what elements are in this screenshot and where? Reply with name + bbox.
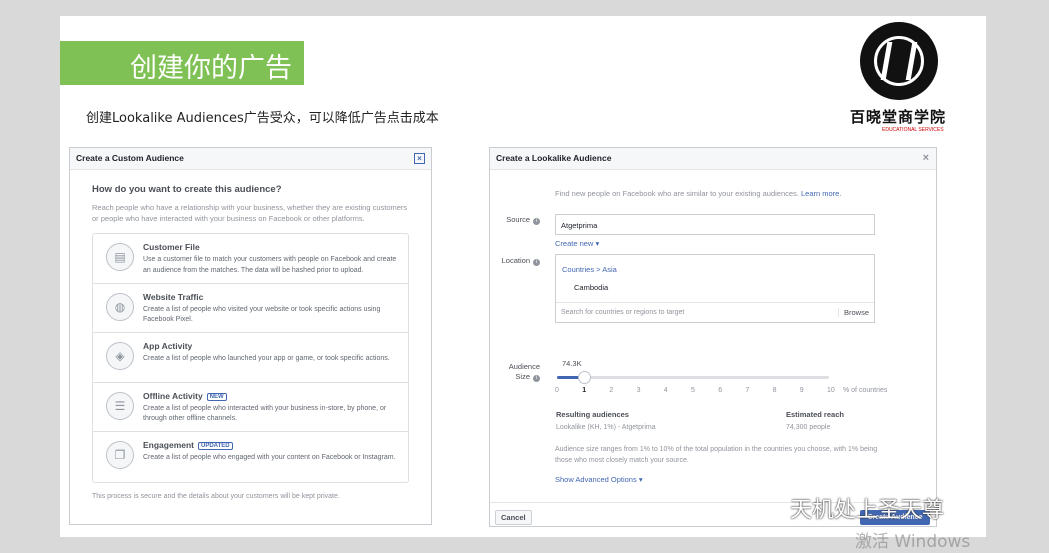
updated-badge: UPDATED	[198, 442, 233, 450]
slider-tick: 1	[582, 387, 587, 394]
presentation-slide: 创建你的广告 创建Lookalike Audiences广告受众，可以降低广告点…	[60, 16, 986, 537]
slider-tick: 7	[745, 387, 750, 394]
location-search-input[interactable]: Search for countries or regions to targe…	[556, 302, 874, 323]
option-description: Create a list of people who interacted w…	[143, 404, 387, 423]
new-badge: NEW	[206, 392, 227, 401]
chevron-down-icon: ▾	[638, 475, 643, 484]
estimated-reach-header: Estimated reach	[786, 410, 844, 419]
option-title: App Activity	[143, 341, 193, 351]
slider-tick: 10	[827, 387, 835, 394]
custom-audience-dialog: Create a Custom Audience × How do you wa…	[69, 147, 432, 525]
create-new-link[interactable]: Create new ▾	[555, 239, 599, 248]
logo-seal-icon	[860, 22, 938, 100]
slide-subtitle: 创建Lookalike Audiences广告受众，可以降低广告点击成本	[86, 111, 439, 126]
windows-activation-watermark: 激活 Windows	[855, 532, 971, 552]
audience-option-list: ▤ Customer File Use a customer file to m…	[92, 233, 409, 483]
source-label: Source i	[494, 215, 540, 225]
location-path[interactable]: Countries > Asia	[562, 265, 617, 274]
info-icon[interactable]: i	[533, 259, 540, 266]
audience-size-note: Audience size ranges from 1% to 10% of t…	[555, 446, 878, 464]
resulting-audience-value: Lookalike (KH, 1%) - Atgetprima	[556, 424, 656, 431]
resulting-audiences-header: Resulting audiences	[556, 410, 629, 419]
audience-size-slider[interactable]	[557, 371, 829, 384]
dialog-header: Create a Custom Audience ×	[70, 148, 431, 170]
slider-tick: 5	[691, 387, 695, 394]
slider-tick: 9	[799, 387, 804, 394]
slider-tick: 2	[609, 387, 614, 394]
option-title: Engagement	[143, 440, 195, 450]
option-customer-file[interactable]: ▤ Customer File Use a customer file to m…	[93, 234, 408, 284]
dialog-description: Reach people who have a relationship wit…	[92, 203, 408, 223]
cube-icon: ◈	[106, 342, 134, 370]
dialog-title: Create a Lookalike Audience	[496, 153, 612, 163]
slider-tick: 3	[636, 387, 641, 394]
option-app-activity[interactable]: ◈ App Activity Create a list of people w…	[93, 333, 408, 383]
audience-size-value: 74.3K	[562, 359, 582, 368]
intro-text: Find new people on Facebook who are simi…	[555, 189, 842, 198]
slider-tick: 0	[555, 387, 559, 394]
engagement-icon: ❐	[106, 441, 134, 469]
lookalike-audience-dialog: Create a Lookalike Audience × Find new p…	[489, 147, 937, 527]
slider-tick: 4	[663, 387, 668, 394]
location-selector: Countries > Asia Cambodia Search for cou…	[555, 254, 875, 323]
logo-name: 百晓堂商学院	[850, 108, 947, 126]
show-advanced-options-link[interactable]: Show Advanced Options ▾	[555, 475, 643, 484]
option-description: Use a customer file to match your custom…	[143, 256, 397, 274]
info-icon[interactable]: i	[533, 218, 540, 225]
dialog-title: Create a Custom Audience	[76, 153, 184, 163]
slider-ticks: 0 1 2 3 4 5 6 7 8 9 10	[552, 387, 842, 397]
dialog-question: How do you want to create this audience?	[92, 184, 282, 195]
estimated-reach-value: 74,300 people	[786, 424, 831, 431]
source-input[interactable]: Atgetprima	[555, 214, 875, 235]
location-country: Cambodia	[574, 283, 609, 292]
chevron-down-icon: ▾	[595, 239, 600, 248]
learn-more-link[interactable]: Learn more.	[801, 189, 841, 198]
slider-tick: 6	[718, 387, 723, 394]
logo-subtext: EDUCATIONAL SERVICES	[882, 127, 944, 133]
info-icon[interactable]: i	[533, 375, 540, 382]
option-description: Create a list of people who visited your…	[143, 305, 381, 324]
globe-icon: ◍	[106, 292, 134, 321]
location-label: Location i	[494, 256, 540, 266]
option-description: Create a list of people who launched you…	[143, 355, 390, 362]
privacy-note: This process is secure and the details a…	[92, 492, 340, 500]
option-engagement[interactable]: ❐ Engagement UPDATED Create a list of peo…	[93, 432, 408, 482]
option-website-traffic[interactable]: ◍ Website Traffic Create a list of peopl…	[93, 284, 408, 333]
contact-card-icon: ▤	[106, 243, 134, 271]
option-title: Offline Activity	[143, 390, 203, 401]
slider-tick: 8	[772, 387, 777, 394]
browse-button[interactable]: Browse	[837, 308, 869, 317]
store-icon: ☰	[106, 391, 134, 420]
option-title: Website Traffic	[143, 291, 204, 302]
audience-size-label: Audience Size i	[508, 362, 540, 382]
slider-thumb[interactable]	[578, 371, 592, 384]
option-title: Customer File	[143, 242, 200, 252]
percent-label: % of countries	[843, 387, 888, 394]
option-description: Create a list of people who engaged with…	[143, 454, 396, 461]
close-icon[interactable]: ×	[414, 153, 425, 164]
close-icon[interactable]: ×	[923, 152, 929, 164]
dialog-header: Create a Lookalike Audience ×	[490, 148, 936, 170]
watermark-brand: 天机处上圣天尊	[790, 498, 945, 523]
option-offline-activity[interactable]: ☰ Offline Activity NEW Create a list of p…	[93, 383, 408, 432]
cancel-button[interactable]: Cancel	[495, 510, 532, 525]
slide-title: 创建你的广告	[130, 53, 292, 84]
title-bar: 创建你的广告	[60, 41, 304, 85]
